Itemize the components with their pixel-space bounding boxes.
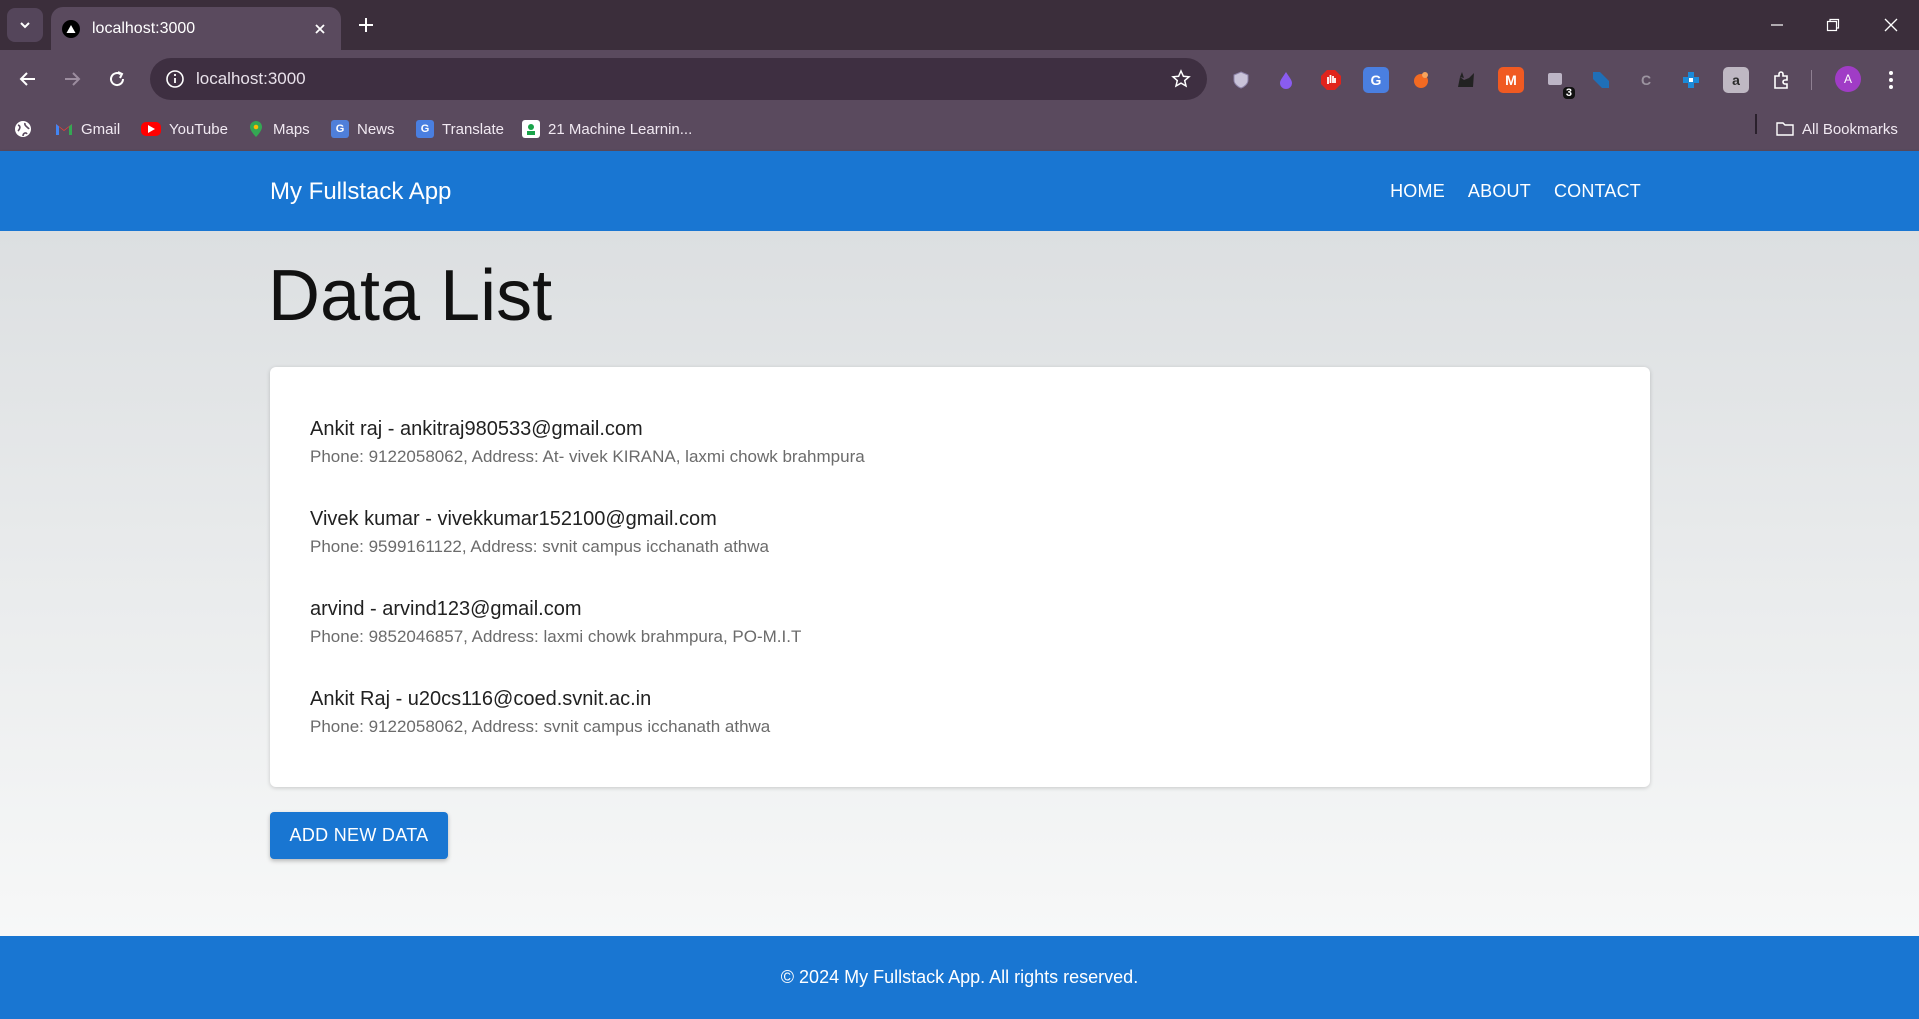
tab-search-button[interactable] [7,8,43,42]
forward-button[interactable] [56,63,88,95]
url-text[interactable]: localhost:3000 [196,69,1161,89]
item-primary-text: arvind - arvind123@gmail.com [310,598,582,620]
blue-cross-extension-icon[interactable] [1678,67,1704,93]
close-window-button[interactable] [1876,10,1906,40]
gmail-icon [55,120,73,138]
profile-avatar[interactable]: A [1835,66,1861,92]
bookmark-news[interactable]: G News [331,118,395,140]
list-item: Vivek kumar - vivekkumar152100@gmail.com… [310,508,1610,557]
youtube-icon [141,122,161,136]
nav-contact-link[interactable]: CONTACT [1554,181,1641,202]
translate-icon: G [416,120,434,138]
bookmark-label: Gmail [81,120,121,138]
list-item: arvind - arvind123@gmail.com Phone: 9852… [310,598,1610,647]
mi-extension-icon[interactable]: M [1498,67,1524,93]
all-bookmarks-label: All Bookmarks [1802,120,1898,138]
restore-icon [1826,18,1840,32]
app-title[interactable]: My Fullstack App [270,178,451,206]
site-info-icon[interactable] [154,58,196,100]
bookmark-machine-learning[interactable]: 21 Machine Learnin... [522,118,692,140]
extension-badge: 3 [1562,87,1575,99]
badge-extension-icon[interactable]: 3 [1543,67,1575,99]
maps-icon [247,120,265,138]
bookmark-label: Translate [442,120,504,138]
bookmark-page-icon [522,120,540,138]
list-item: Ankit raj - ankitraj980533@gmail.com Pho… [310,418,1610,467]
app-header: My Fullstack App HOME ABOUT CONTACT [0,151,1919,231]
bookmark-youtube[interactable]: YouTube [141,118,228,140]
add-new-data-button[interactable]: ADD NEW DATA [270,812,448,859]
bookmark-label: YouTube [169,120,228,138]
list-item: Ankit Raj - u20cs116@coed.svnit.ac.in Ph… [310,688,1610,737]
item-primary-text: Vivek kumar - vivekkumar152100@gmail.com [310,508,717,530]
blue-k-extension-icon[interactable] [1588,67,1614,93]
footer-copyright: © 2024 My Fullstack App. All rights rese… [780,967,1139,987]
bookmark-label: News [357,120,395,138]
app-nav: HOME ABOUT CONTACT [1390,181,1641,202]
translate-extension-icon[interactable]: G [1363,67,1389,93]
all-bookmarks-button[interactable]: All Bookmarks [1776,118,1898,140]
cat-extension-icon[interactable] [1453,67,1479,93]
nav-about-link[interactable]: ABOUT [1468,181,1531,202]
browser-tab-active[interactable]: localhost:3000 [51,7,341,50]
arrow-left-icon [19,72,35,86]
nav-home-link[interactable]: HOME [1390,181,1445,202]
reload-icon [110,71,125,87]
back-button[interactable] [12,63,44,95]
shield-extension-icon[interactable] [1228,67,1254,93]
bookmark-star-icon[interactable] [1161,59,1201,99]
triangle-favicon-icon [62,19,80,38]
orange-sun-extension-icon[interactable] [1408,67,1434,93]
news-icon: G [331,120,349,138]
apps-globe-icon[interactable] [14,118,32,140]
amazon-extension-icon[interactable]: a [1723,67,1749,93]
reload-button[interactable] [101,63,133,95]
minimize-icon [1771,24,1783,26]
c-extension-icon[interactable]: C [1633,67,1659,93]
item-primary-text: Ankit raj - ankitraj980533@gmail.com [310,418,643,440]
item-secondary-text: Phone: 9599161122, Address: svnit campus… [310,537,769,556]
toolbar-divider [1811,70,1812,90]
bookmarks-bar: Gmail YouTube Maps G News G Translate 21… [0,108,1919,151]
item-secondary-text: Phone: 9852046857, Address: laxmi chowk … [310,627,802,646]
bookmark-label: 21 Machine Learnin... [548,120,693,138]
plus-icon [359,18,373,32]
main-content: Data List Ankit raj - ankitraj980533@gma… [0,231,1919,936]
arrow-right-icon [65,72,81,86]
item-secondary-text: Phone: 9122058062, Address: At- vivek KI… [310,447,865,466]
bookmark-gmail[interactable]: Gmail [55,118,120,140]
browser-tab-strip: localhost:3000 [0,0,1919,50]
chevron-down-icon [20,22,30,29]
page-title: Data List [268,256,553,336]
bookmarks-divider [1755,114,1757,134]
minimize-window-button[interactable] [1762,10,1792,40]
data-list-card: Ankit raj - ankitraj980533@gmail.com Pho… [270,367,1650,787]
close-icon [1884,18,1898,32]
bookmark-label: Maps [273,120,310,138]
folder-icon [1776,120,1794,138]
item-secondary-text: Phone: 9122058062, Address: svnit campus… [310,717,771,736]
adblock-hand-extension-icon[interactable] [1318,67,1344,93]
app-footer: © 2024 My Fullstack App. All rights rese… [0,936,1919,1019]
droplet-extension-icon[interactable] [1273,67,1299,93]
bookmark-translate[interactable]: G Translate [416,118,504,140]
new-tab-button[interactable] [352,11,380,39]
address-bar[interactable]: localhost:3000 [150,58,1207,100]
bookmark-maps[interactable]: Maps [247,118,310,140]
tab-title: localhost:3000 [92,19,196,37]
puzzle-extensions-icon[interactable] [1768,67,1794,93]
item-primary-text: Ankit Raj - u20cs116@coed.svnit.ac.in [310,688,652,710]
browser-toolbar: localhost:3000 [0,50,1919,108]
close-tab-icon[interactable] [307,16,333,42]
more-menu-icon[interactable] [1878,67,1904,93]
restore-window-button[interactable] [1818,10,1848,40]
